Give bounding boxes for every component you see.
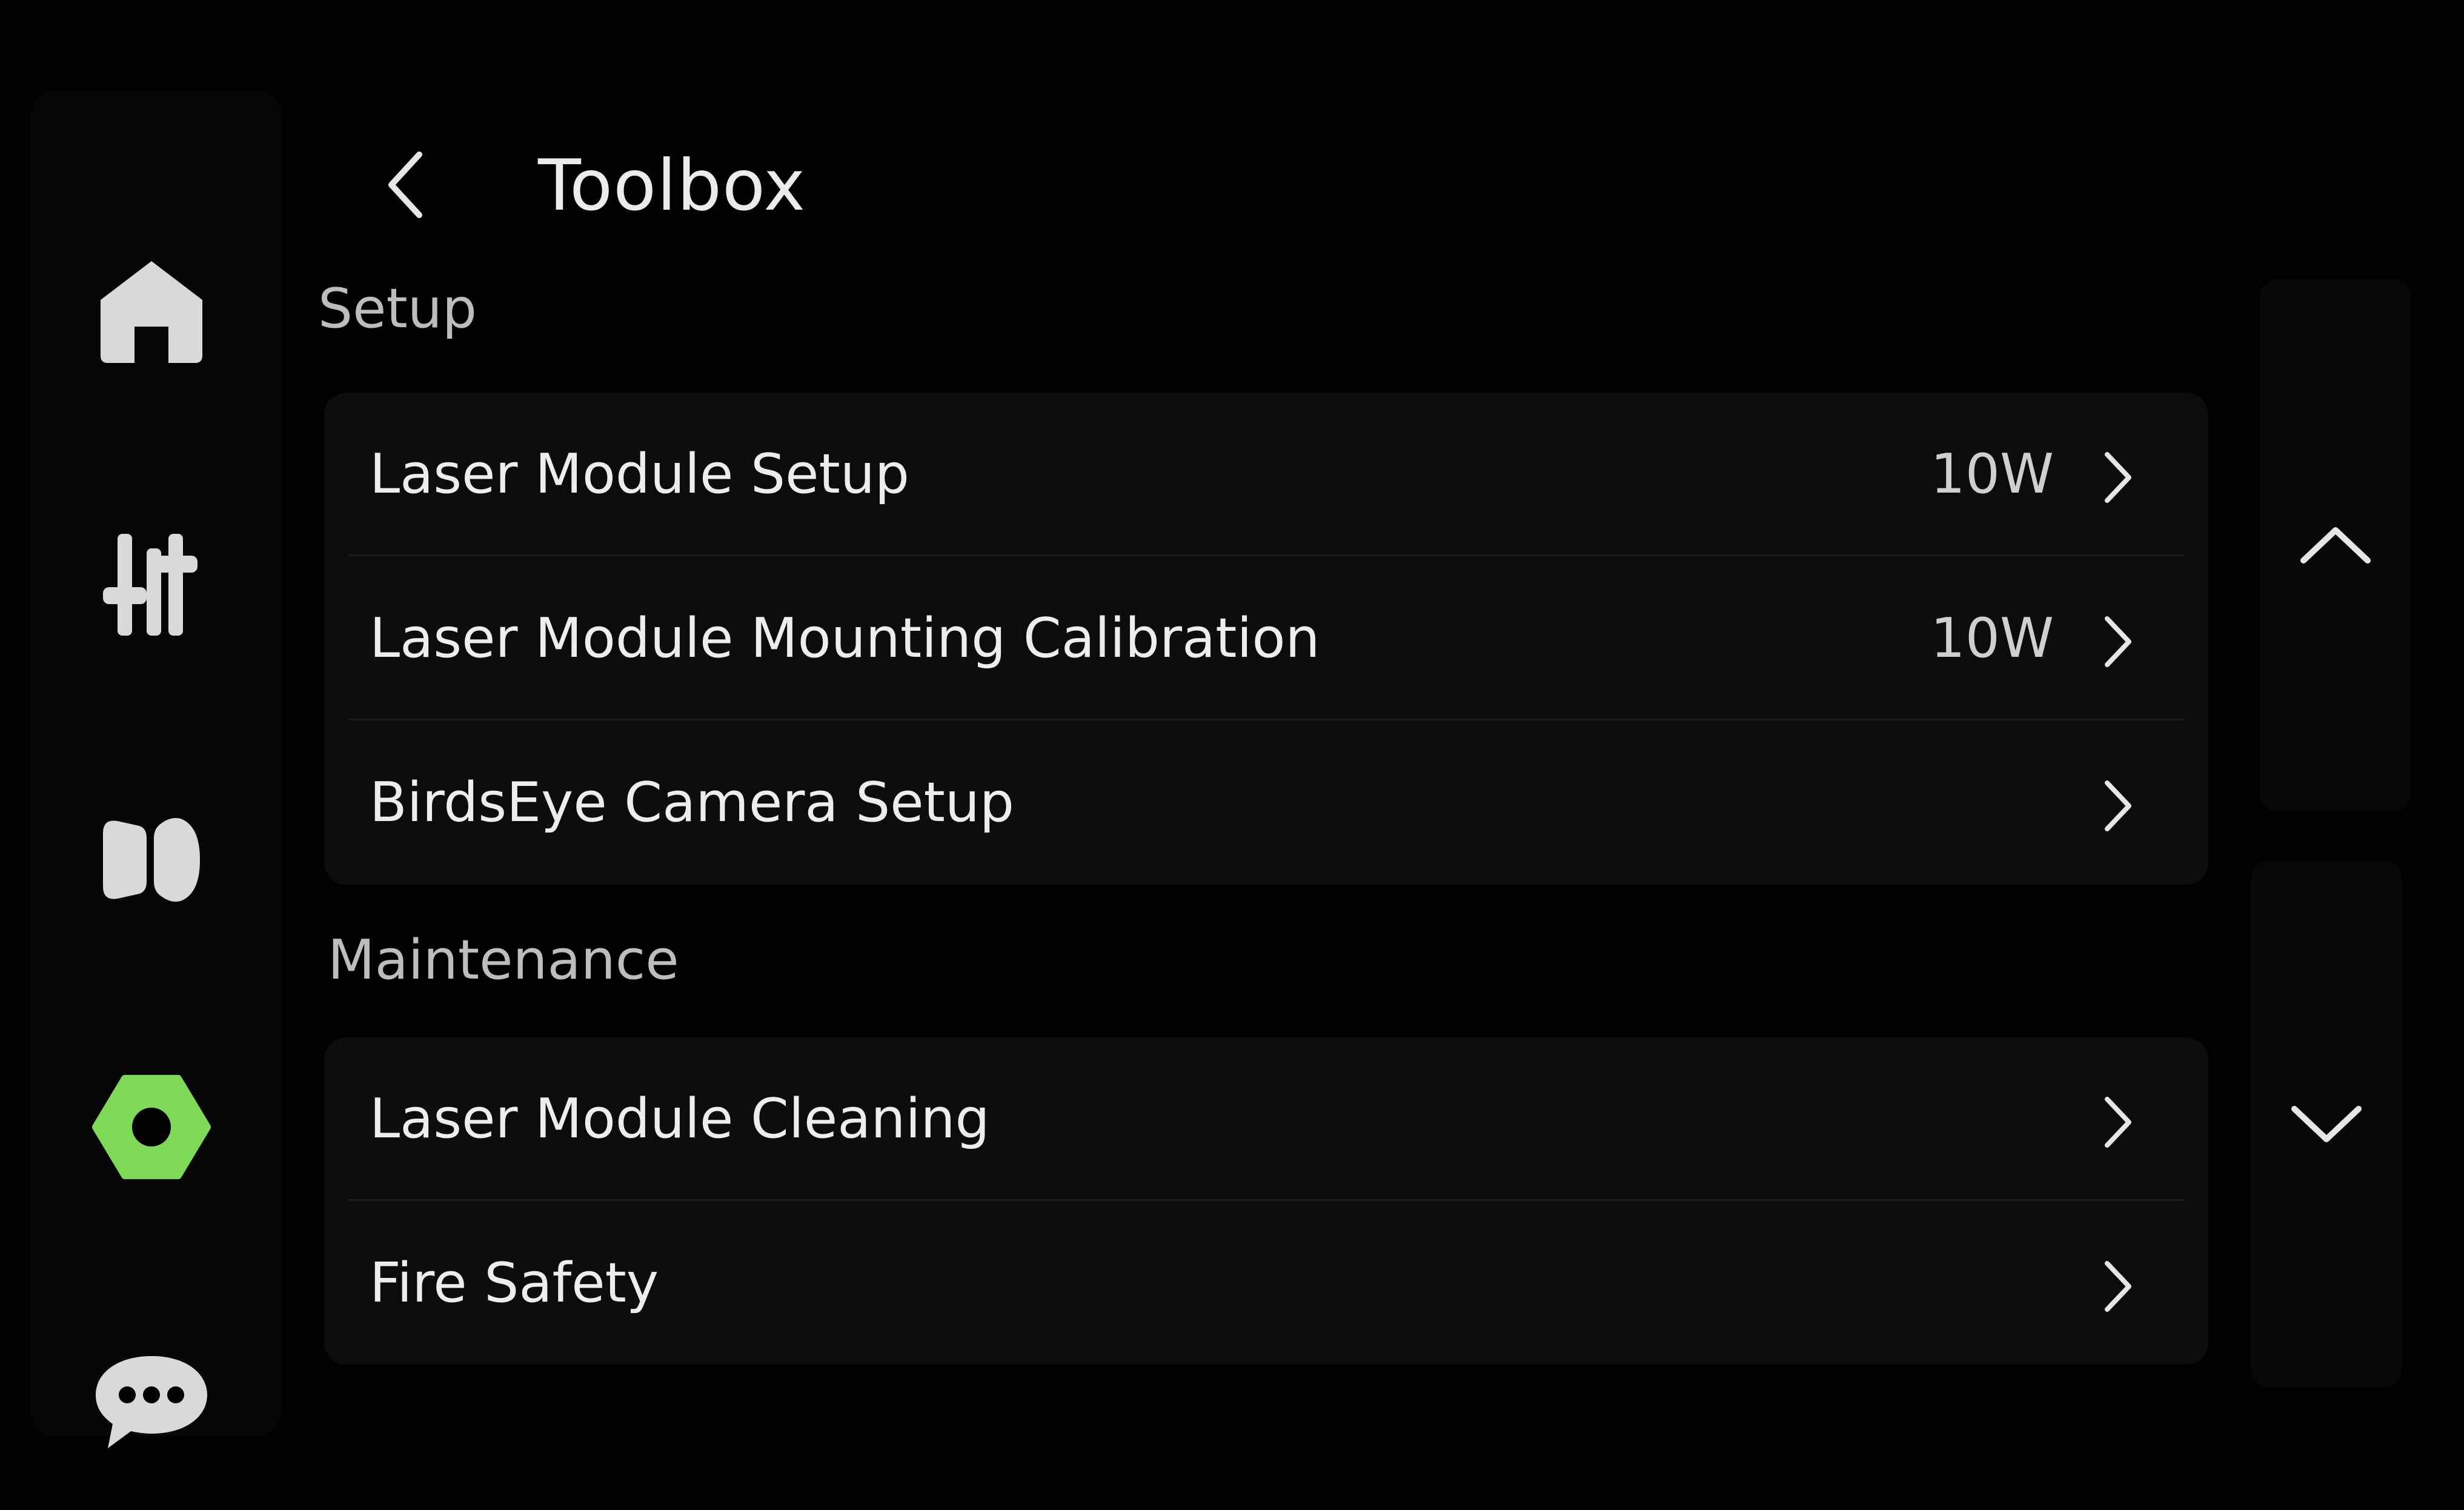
- material-icon: [103, 818, 200, 902]
- divider: [348, 554, 2184, 556]
- maintenance-list: Laser Module Cleaning Fire Safety: [324, 1037, 2208, 1365]
- chevron-right-icon: [2096, 1092, 2139, 1152]
- hex-nut-icon: [92, 1075, 211, 1179]
- section-label-setup: Setup: [318, 277, 477, 341]
- list-item-fire-safety[interactable]: Fire Safety: [324, 1202, 2208, 1365]
- chevron-right-icon: [2096, 611, 2139, 672]
- page-title: Toolbox: [538, 145, 806, 227]
- list-item-label: Laser Module Setup: [370, 442, 909, 506]
- nav-rail: [30, 91, 282, 1448]
- nav-item-messages[interactable]: [88, 1336, 215, 1463]
- list-item-label: Laser Module Cleaning: [370, 1087, 990, 1151]
- scroll-up-button[interactable]: [2260, 279, 2411, 812]
- setup-list: Laser Module Setup 10W Laser Module Moun…: [324, 393, 2208, 885]
- nav-item-material[interactable]: [88, 794, 215, 921]
- chevron-right-icon: [2096, 776, 2139, 836]
- list-item-laser-module-cleaning[interactable]: Laser Module Cleaning: [324, 1037, 2208, 1201]
- scroll-down-button[interactable]: [2251, 860, 2402, 1388]
- nav-item-home[interactable]: [88, 248, 215, 376]
- chat-bubble-icon: [96, 1356, 207, 1448]
- divider: [348, 1199, 2184, 1201]
- list-item-laser-module-mounting-calibration[interactable]: Laser Module Mounting Calibration 10W: [324, 557, 2208, 720]
- chevron-up-icon: [2300, 527, 2371, 564]
- list-item-birdseye-camera-setup[interactable]: BirdsEye Camera Setup: [324, 721, 2208, 885]
- chevron-left-icon: [388, 151, 422, 218]
- list-item-value: 10W: [1930, 607, 2054, 670]
- list-item-laser-module-setup[interactable]: Laser Module Setup 10W: [324, 393, 2208, 556]
- nav-item-toolbox[interactable]: [88, 1063, 215, 1191]
- list-item-label: Laser Module Mounting Calibration: [370, 607, 1320, 670]
- sliders-icon: [103, 534, 198, 636]
- list-item-label: BirdsEye Camera Setup: [370, 771, 1015, 834]
- toolbox-screen: Toolbox Setup Laser Module Setup 10W Las…: [0, 0, 2464, 1510]
- nav-item-adjust[interactable]: [88, 521, 215, 648]
- chevron-right-icon: [2096, 447, 2139, 508]
- chevron-down-icon: [2291, 1106, 2362, 1142]
- divider: [348, 719, 2184, 720]
- list-item-label: Fire Safety: [370, 1251, 659, 1315]
- chevron-right-icon: [2096, 1256, 2139, 1317]
- back-button[interactable]: [370, 142, 442, 227]
- section-label-maintenance: Maintenance: [328, 928, 679, 992]
- list-item-value: 10W: [1930, 442, 2054, 506]
- home-icon: [101, 261, 202, 363]
